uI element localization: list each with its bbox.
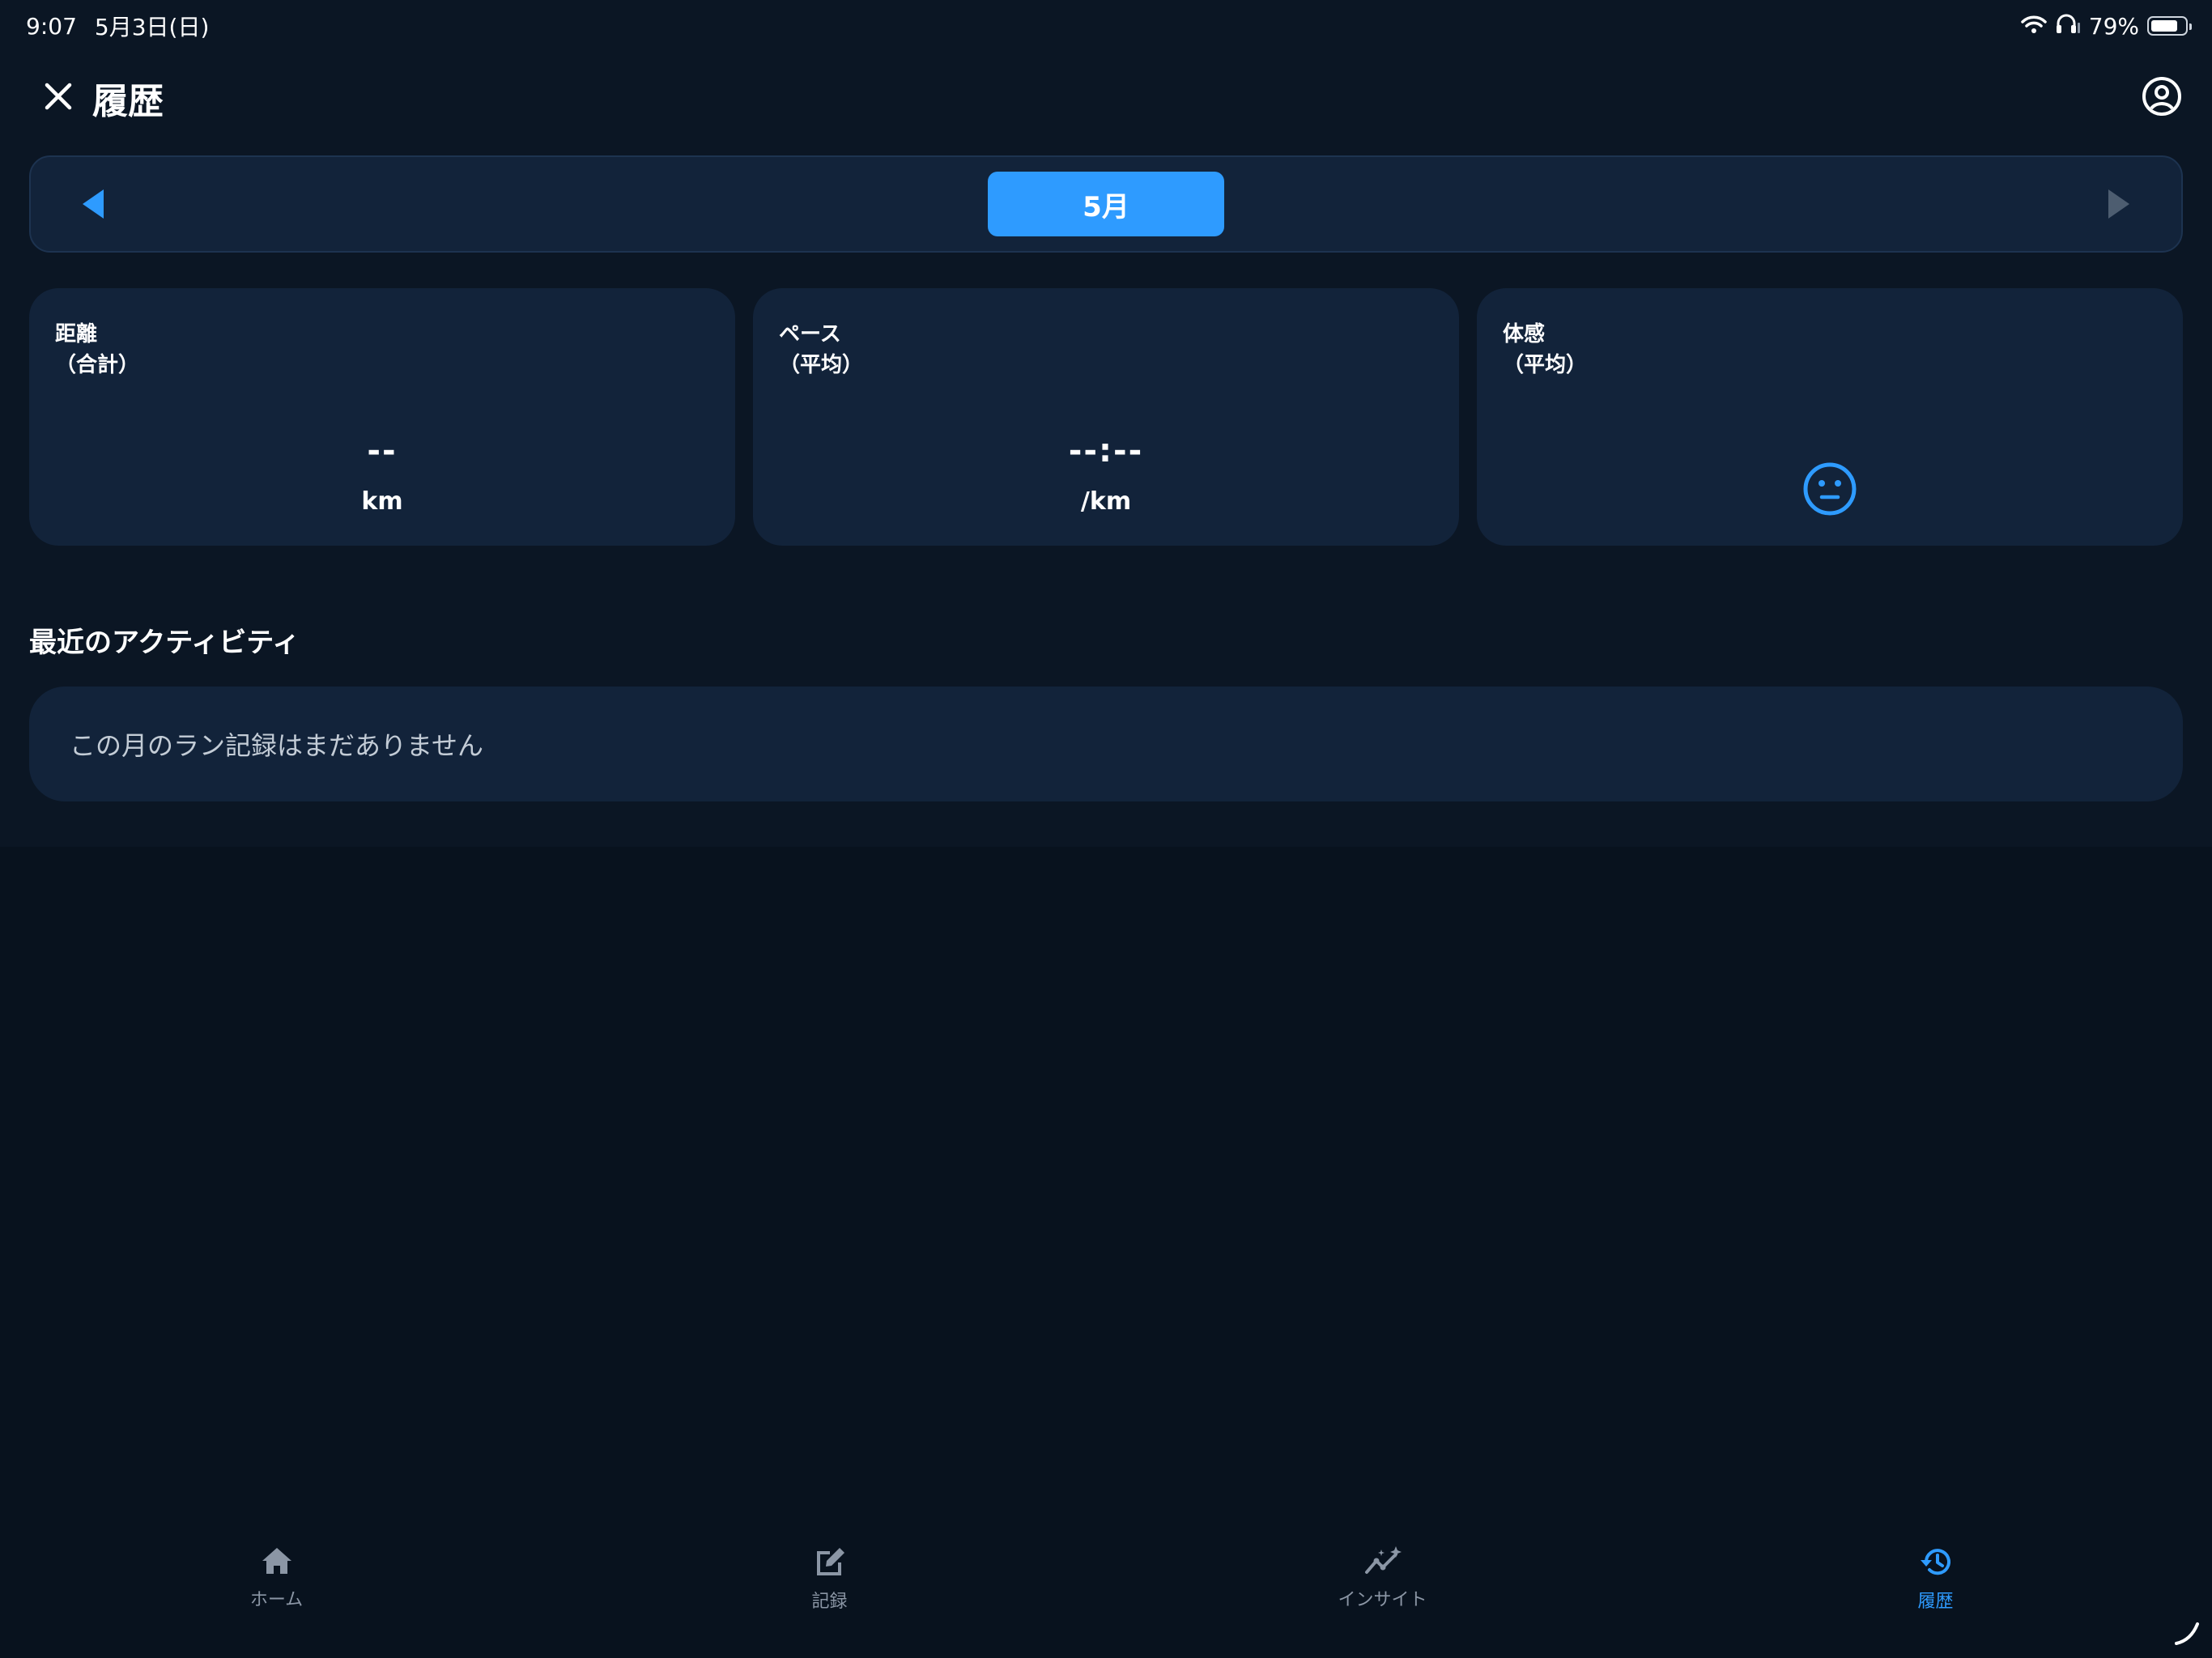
- status-time: 9:07: [26, 12, 77, 40]
- distance-unit: km: [361, 487, 403, 516]
- pace-label: ペース （平均）: [779, 319, 863, 380]
- tab-history[interactable]: 履歴: [1659, 1530, 2212, 1658]
- distance-label-sub: （合計）: [55, 353, 140, 377]
- tab-record-label: 記録: [811, 1592, 848, 1612]
- current-month-button[interactable]: 5月: [988, 172, 1224, 236]
- pace-card: ペース （平均） --:-- /km: [753, 288, 1459, 546]
- pace-value: --:--: [1068, 432, 1144, 470]
- empty-activity-message: この月のラン記録はまだありません: [70, 730, 484, 761]
- battery-icon: [2147, 16, 2192, 36]
- empty-activity-card: この月のラン記録はまだありません: [29, 687, 2183, 801]
- distance-value: --: [367, 432, 398, 470]
- feeling-label-sub: （平均）: [1503, 353, 1588, 377]
- status-left: 9:07 5月3日(日): [26, 10, 209, 42]
- close-icon[interactable]: [40, 79, 76, 117]
- pace-label-main: ペース: [779, 322, 841, 346]
- pace-label-sub: （平均）: [779, 353, 864, 377]
- page-title: 履歴: [92, 81, 164, 122]
- feeling-label: 体感 （平均）: [1503, 319, 1587, 380]
- tab-record[interactable]: 記録: [553, 1530, 1106, 1658]
- insights-icon: [1363, 1545, 1402, 1580]
- distance-label: 距離 （合計）: [55, 319, 139, 380]
- next-month-button[interactable]: [2104, 185, 2133, 227]
- tab-insights-label: インサイト: [1338, 1590, 1427, 1610]
- battery-fill: [2151, 20, 2177, 32]
- pace-unit: /km: [1080, 487, 1132, 516]
- account-icon[interactable]: [2141, 75, 2183, 121]
- tab-bar: ホーム 記録 インサイト 履歴: [0, 1530, 2212, 1658]
- history-screen: 9:07 5月3日(日) 79% 履歴 5月 距離 （合計） -- km ペース…: [0, 0, 2212, 1658]
- stats-cards: 距離 （合計） -- km ペース （平均） --:-- /km 体感 （平均）: [29, 288, 2183, 546]
- tab-home[interactable]: ホーム: [0, 1530, 553, 1658]
- headphones-icon: [2055, 13, 2081, 40]
- header-left: 履歴: [40, 72, 164, 124]
- wifi-icon: [2021, 13, 2047, 40]
- distance-label-main: 距離: [55, 322, 98, 346]
- previous-month-button[interactable]: [79, 185, 108, 227]
- battery-percentage: 79%: [2088, 12, 2139, 40]
- edit-icon: [812, 1545, 848, 1582]
- neutral-face-icon: [1802, 461, 1857, 520]
- status-date: 5月3日(日): [94, 14, 210, 40]
- distance-card: 距離 （合計） -- km: [29, 288, 735, 546]
- tab-insights[interactable]: インサイト: [1106, 1530, 1659, 1658]
- status-right: 79%: [2021, 12, 2192, 40]
- status-bar: 9:07 5月3日(日) 79%: [0, 0, 2212, 52]
- tab-home-label: ホーム: [249, 1590, 304, 1610]
- month-selector: 5月: [29, 155, 2183, 253]
- feeling-label-main: 体感: [1503, 322, 1546, 346]
- home-indicator: [2173, 1619, 2201, 1650]
- recent-activity-title: 最近のアクティビティ: [29, 627, 300, 659]
- home-icon: [259, 1545, 295, 1580]
- header: 履歴: [0, 68, 2212, 128]
- tab-history-label: 履歴: [1917, 1592, 1954, 1612]
- history-icon: [1918, 1545, 1954, 1582]
- feeling-card: 体感 （平均）: [1477, 288, 2183, 546]
